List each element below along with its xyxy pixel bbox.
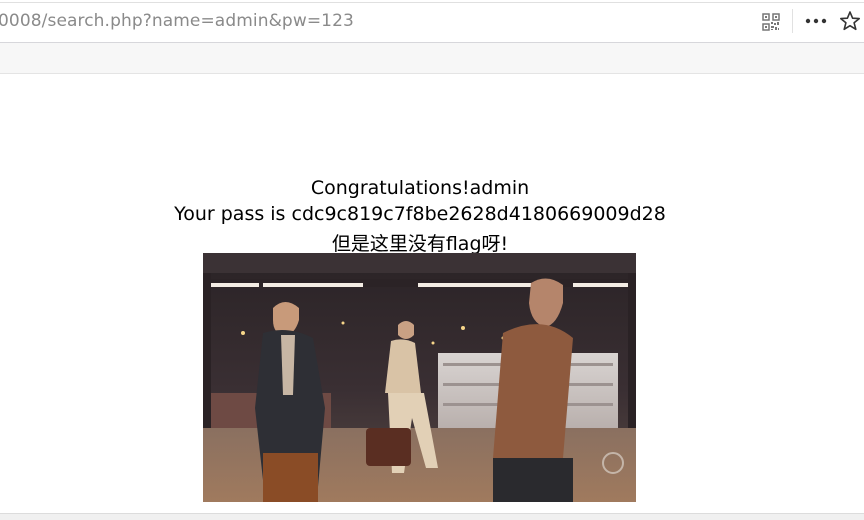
animated-gif-image — [203, 253, 636, 502]
toolbar-separator — [792, 9, 793, 33]
bookmarks-toolbar — [0, 43, 864, 74]
qr-code-icon[interactable] — [762, 13, 780, 31]
urlbar-border — [0, 2, 864, 3]
star-icon[interactable] — [839, 10, 861, 32]
no-flag-message: 但是这里没有flag呀! — [331, 233, 509, 255]
url-field[interactable]: 0008/search.php?name=admin&pw=123 — [0, 11, 354, 31]
browser-url-bar[interactable]: 0008/search.php?name=admin&pw=123 — [0, 0, 864, 43]
more-icon[interactable] — [804, 12, 828, 30]
congrats-message: Congratulations!admin — [310, 177, 530, 199]
page-content: Congratulations!admin Your pass is cdc9c… — [0, 74, 864, 513]
pass-message: Your pass is cdc9c819c7f8be2628d41806690… — [174, 203, 666, 225]
